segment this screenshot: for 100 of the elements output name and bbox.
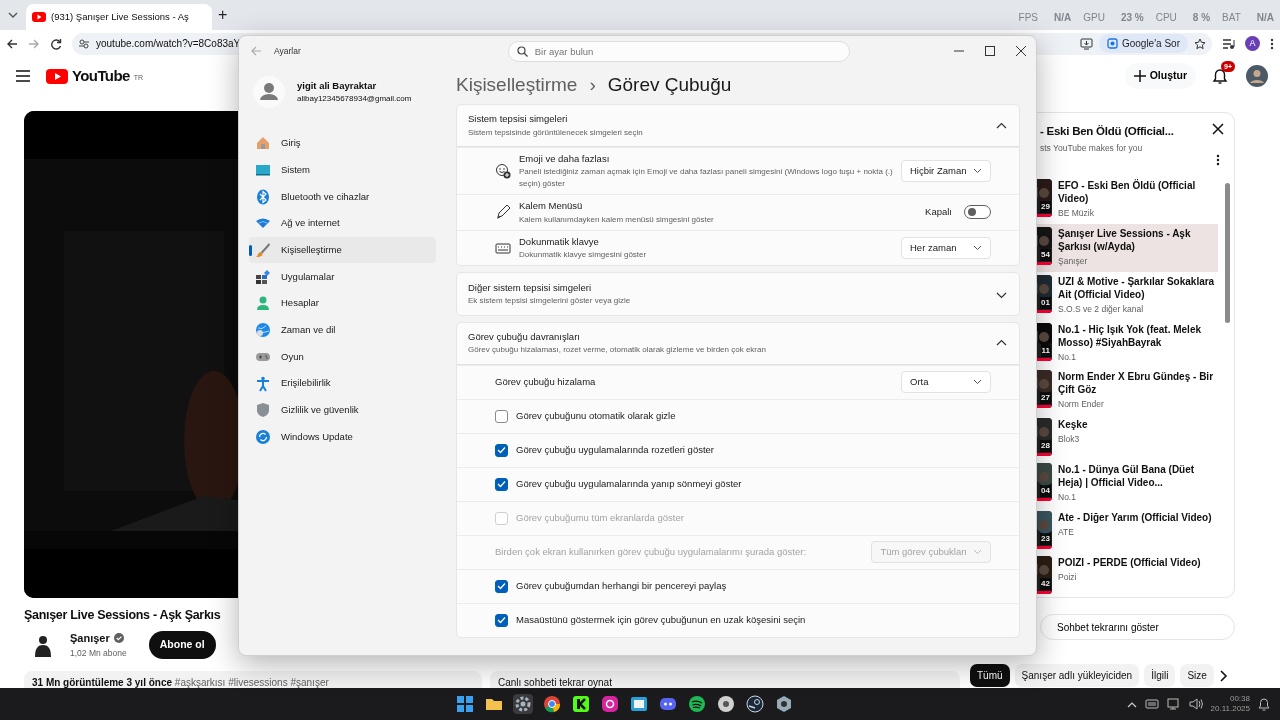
notifications-icon[interactable] bbox=[1258, 697, 1270, 711]
subscribe-button[interactable]: Abone ol bbox=[148, 630, 216, 659]
ask-google-button[interactable]: Google'a Sor bbox=[1098, 34, 1188, 53]
start-logo-icon[interactable] bbox=[455, 694, 475, 714]
nav-item[interactable]: Hesaplar bbox=[249, 290, 436, 317]
channel-name[interactable]: Şanışer bbox=[70, 630, 110, 647]
tray-expand-icon[interactable] bbox=[1126, 700, 1137, 708]
browser-icon[interactable] bbox=[542, 694, 562, 714]
channel-name: ATE bbox=[1058, 525, 1075, 539]
nav-item[interactable]: Windows Update bbox=[249, 423, 436, 451]
upload-age: 3 yıl önce bbox=[126, 676, 173, 688]
bluetooth-icon bbox=[255, 188, 271, 205]
profile-avatar[interactable] bbox=[253, 76, 285, 108]
volume-icon[interactable] bbox=[1188, 698, 1203, 710]
section-header[interactable]: Sistem tepsisi simgeleri Sistem tepsisinde görüntülenecek simgeleri seçin bbox=[457, 105, 1019, 147]
network-icon[interactable] bbox=[1166, 698, 1181, 710]
toggle-switch[interactable] bbox=[964, 205, 991, 220]
back-icon[interactable] bbox=[6, 37, 18, 50]
site-info-icon[interactable] bbox=[78, 37, 90, 50]
nav-item[interactable]: Gizlilik ve güvenlik bbox=[249, 396, 436, 424]
game-store-icon[interactable] bbox=[745, 694, 765, 714]
filter-chip[interactable]: Size bbox=[1180, 664, 1214, 687]
setting-label: Görev çubuğumu tüm ekranlarda göster bbox=[516, 511, 685, 526]
scrollbar-thumb[interactable] bbox=[1225, 183, 1230, 323]
create-button[interactable]: Oluştur bbox=[1124, 63, 1196, 89]
video-title: EFO - Eski Ben Öldü (Official Video) bbox=[1058, 179, 1197, 206]
notifications-bell-icon[interactable] bbox=[1212, 67, 1228, 85]
section-title: Görev çubuğu davranışları bbox=[468, 330, 581, 345]
subscriber-count: 1,02 Mn abone bbox=[70, 646, 127, 660]
playlist-subtitle: sts YouTube makes for you bbox=[1039, 142, 1144, 156]
breadcrumb-link[interactable]: Kişiselleştirme bbox=[456, 70, 578, 100]
channel-name: Poizi bbox=[1058, 570, 1078, 584]
user-avatar[interactable] bbox=[1246, 65, 1268, 87]
video-title: No.1 - Dünya Gül Bana (Düet Heja) | Official Video... bbox=[1058, 463, 1196, 489]
camera-app-icon[interactable] bbox=[600, 694, 620, 714]
app-icon[interactable] bbox=[571, 694, 591, 714]
dropdown[interactable]: Her zaman bbox=[901, 236, 991, 259]
caret-icon bbox=[973, 379, 982, 386]
filter-chip[interactable]: Tümü bbox=[970, 664, 1010, 687]
section-header[interactable]: Diğer sistem tepsisi simgeleri Ek sistem tepsisi simgelerini göster veya gizle bbox=[457, 272, 1019, 315]
music-app-icon[interactable] bbox=[687, 694, 707, 714]
filter-chip[interactable]: İlgili bbox=[1144, 664, 1176, 687]
play-logo-icon bbox=[32, 12, 46, 22]
nav-item[interactable]: Sistem bbox=[249, 156, 436, 184]
menu-icon[interactable] bbox=[16, 70, 30, 82]
filter-chip[interactable]: Şanışer adlı yükleyiciden bbox=[1014, 664, 1140, 687]
gear-icon[interactable] bbox=[513, 694, 533, 714]
next-chevron-icon[interactable] bbox=[1218, 669, 1229, 682]
search-field[interactable]: Bir ayar bulun bbox=[507, 40, 850, 62]
show-chat-replay-button[interactable]: Sohbet tekrarını göster bbox=[1040, 614, 1235, 640]
nav-item[interactable]: Bluetooth ve cihazlar bbox=[249, 183, 436, 211]
video-duration: 04 bbox=[1040, 485, 1051, 497]
nav-item[interactable]: Uygulamalar bbox=[249, 263, 436, 291]
channel-name: No.1 bbox=[1058, 350, 1077, 364]
section-description: Sistem tepsisinde görüntülenecek simgeleri seçin bbox=[468, 126, 644, 139]
more-options-icon[interactable] bbox=[1216, 154, 1220, 167]
app-icon[interactable] bbox=[774, 694, 794, 714]
profile-avatar[interactable]: A bbox=[1245, 36, 1260, 51]
close-icon[interactable] bbox=[1212, 123, 1224, 135]
channel-name: S.O.S ve 2 diğer kanal bbox=[1058, 302, 1145, 316]
chat-replay-bar[interactable]: Canlı sohbeti tekrar oynat bbox=[490, 670, 960, 688]
reload-icon[interactable] bbox=[50, 37, 62, 50]
checkbox[interactable] bbox=[495, 477, 508, 491]
emoji-icon bbox=[495, 163, 511, 180]
brush-icon bbox=[255, 242, 271, 259]
channel-name: Norm Ender bbox=[1058, 398, 1105, 411]
playlist-title: - Eski Ben Öldü (Official... bbox=[1040, 124, 1175, 139]
nav-item[interactable]: Erişilebilirlik bbox=[249, 370, 436, 397]
clock[interactable]: 00:38 20.11.2025 bbox=[1210, 694, 1250, 714]
stat-label: BAT bbox=[1222, 11, 1241, 25]
checkbox[interactable] bbox=[495, 579, 508, 593]
bookmark-star-icon[interactable] bbox=[1194, 37, 1206, 50]
media-control-icon[interactable] bbox=[1222, 37, 1235, 50]
app-icon[interactable] bbox=[716, 694, 736, 714]
stat-label: FPS bbox=[1018, 11, 1038, 25]
dropdown[interactable]: Orta bbox=[901, 371, 991, 394]
checkbox[interactable] bbox=[495, 613, 508, 627]
nav-item[interactable]: Kişiselleştirme bbox=[249, 236, 436, 264]
video-duration: 42 bbox=[1040, 577, 1051, 590]
setting-label: Görev çubuğu uygulamalarında yanıp sönmeyi göster bbox=[516, 477, 743, 492]
install-icon[interactable] bbox=[1079, 37, 1093, 50]
nav-item[interactable]: Zaman ve dil bbox=[249, 316, 436, 344]
logo-text[interactable]: YouTube bbox=[72, 64, 130, 88]
new-tab-button[interactable]: + bbox=[218, 3, 228, 27]
dropdown[interactable]: Hiçbir Zaman bbox=[901, 160, 991, 183]
accessibility-icon bbox=[255, 375, 271, 392]
description-box[interactable]: 31 Mn görüntüleme 3 yıl önce #aşkşarkısı #livesessions #şanışer bbox=[24, 670, 482, 688]
checkbox[interactable] bbox=[495, 409, 508, 423]
video-title: Şanışer Live Sessions - Aşk Şarkıs bbox=[24, 607, 221, 624]
section-header[interactable]: Görev çubuğu davranışları Görev çubuğu hizalaması, rozet verme, otomatik olarak gizleme ve birden çok ekran bbox=[457, 322, 1019, 365]
nav-item[interactable]: Ağ ve internet bbox=[249, 210, 436, 237]
keyboard-icon[interactable] bbox=[1144, 699, 1159, 709]
browser-tab[interactable]: (931) Şanışer Live Sessions - Aş bbox=[26, 4, 212, 30]
nav-item[interactable]: Oyun bbox=[249, 343, 436, 371]
app-icon[interactable] bbox=[629, 694, 649, 714]
checkbox[interactable] bbox=[495, 443, 508, 457]
nav-item[interactable]: Giriş bbox=[249, 130, 436, 157]
video-title: POIZI - PERDE (Official Video) bbox=[1058, 555, 1201, 569]
youtube-logo-icon[interactable] bbox=[46, 68, 68, 84]
more-menu-icon[interactable] bbox=[1270, 37, 1274, 50]
